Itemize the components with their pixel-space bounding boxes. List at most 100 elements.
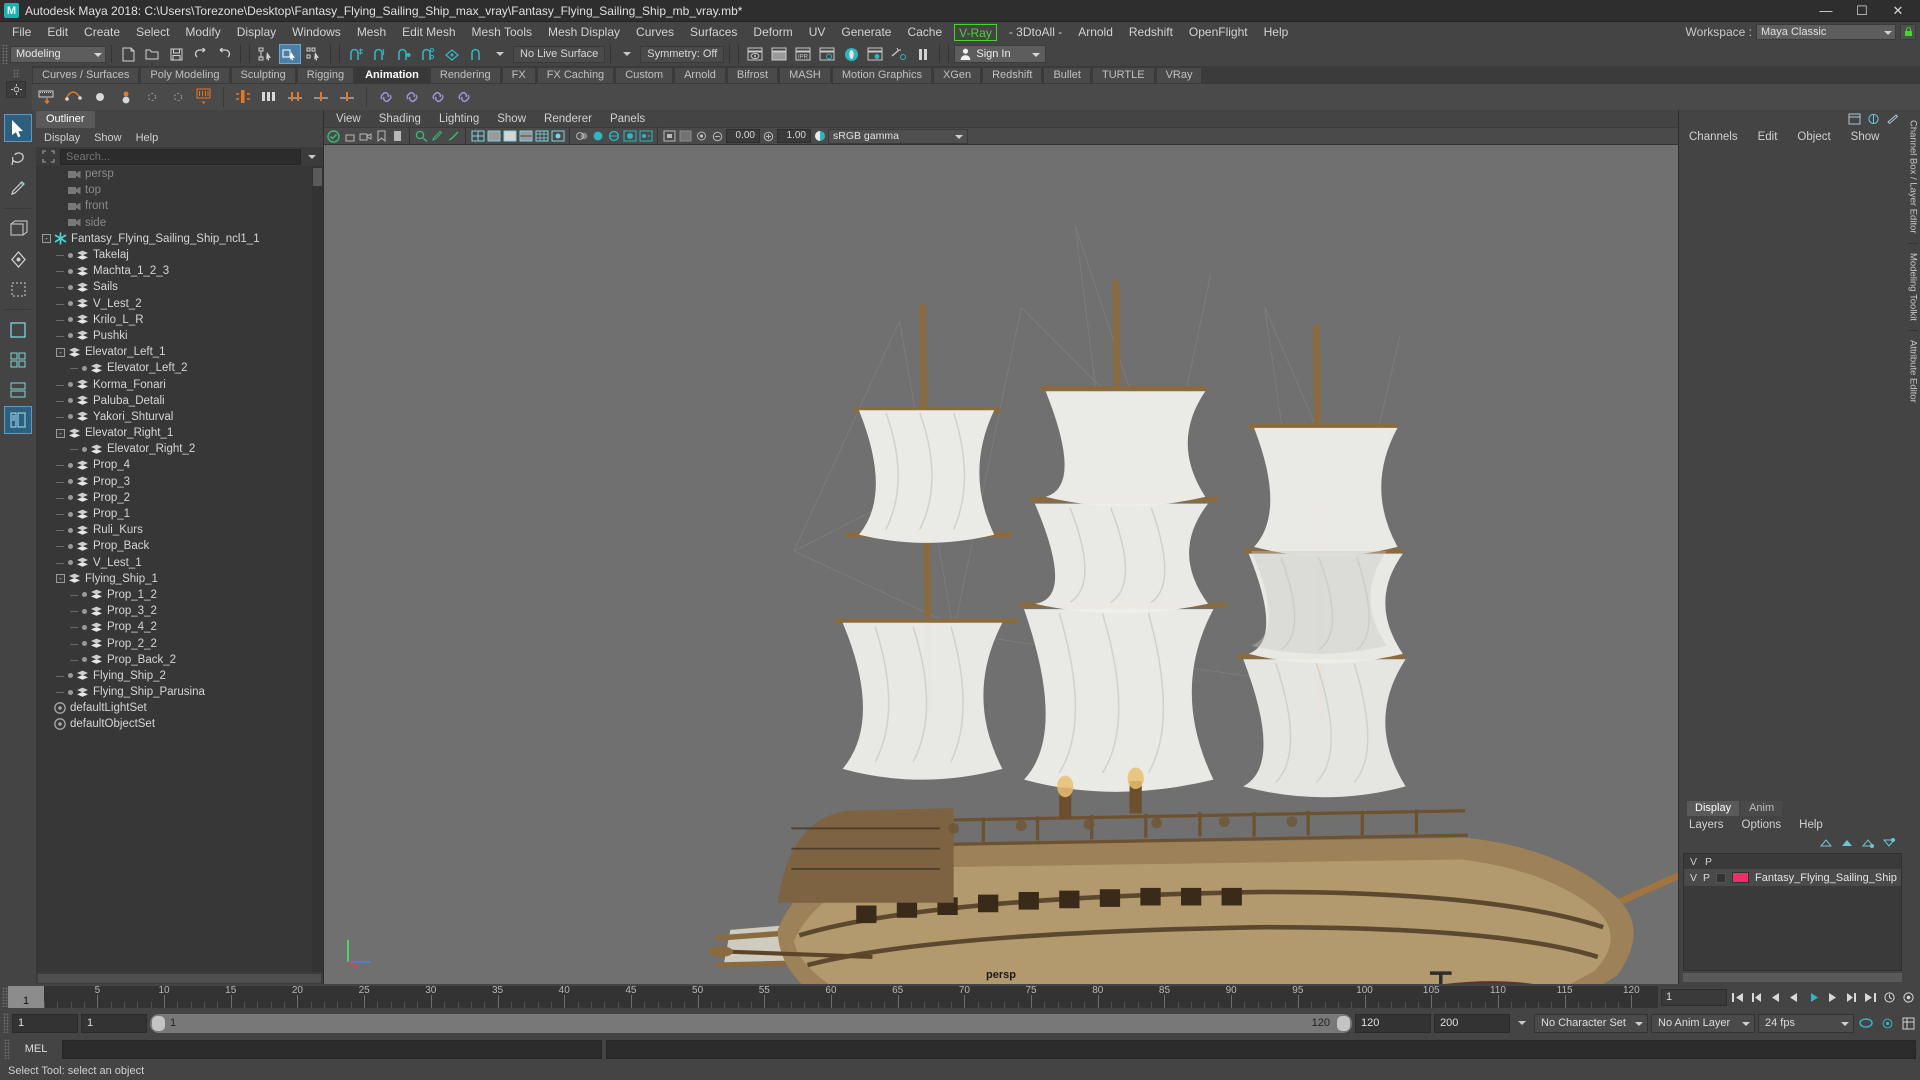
select-component-icon[interactable]: [303, 44, 325, 64]
menuset-select[interactable]: Modeling: [10, 45, 106, 63]
outliner-item[interactable]: Elevator_Right_2: [36, 441, 323, 457]
close-button[interactable]: ✕: [1880, 0, 1916, 22]
command-line-grip[interactable]: [4, 1039, 10, 1059]
shadows-icon[interactable]: [574, 128, 589, 144]
vtab-attribute-editor[interactable]: Attribute Editor: [1908, 334, 1919, 409]
viewport-menu-renderer[interactable]: Renderer: [544, 113, 592, 125]
layer-move-down-icon[interactable]: [1881, 835, 1896, 851]
range-slider-grip[interactable]: [3, 1013, 9, 1033]
dof-icon[interactable]: [638, 128, 653, 144]
outliner-hscroll-thumb[interactable]: [38, 973, 321, 983]
ao-icon[interactable]: [590, 128, 605, 144]
shelf-set-key-icon[interactable]: [36, 85, 60, 109]
time-slider-grip[interactable]: [2, 987, 8, 1007]
outliner-search-input[interactable]: [60, 148, 301, 165]
command-language-label[interactable]: MEL: [14, 1039, 58, 1059]
undo-icon[interactable]: [189, 44, 211, 64]
workspace-select[interactable]: Maya Classic: [1756, 24, 1896, 40]
motion-blur-icon[interactable]: [606, 128, 621, 144]
save-scene-icon[interactable]: [165, 44, 187, 64]
anim-layer-options-icon[interactable]: [1899, 1014, 1917, 1032]
range-start-handle[interactable]: [152, 1015, 165, 1031]
light-editor-icon[interactable]: [888, 44, 910, 64]
outliner-item[interactable]: Prop_Back: [36, 538, 323, 554]
selection-filter-icon[interactable]: [40, 149, 56, 164]
character-set-select[interactable]: No Character Set: [1534, 1013, 1648, 1033]
outliner-item[interactable]: defaultObjectSet: [36, 716, 323, 732]
time-slider-track[interactable]: 5 10 15 20 25 30 35 40 45 50 55 60 65 70 75 80 85 90 95 100…: [44, 986, 1658, 1008]
layer-menu-help[interactable]: Help: [1799, 819, 1823, 831]
tree-expander-icon[interactable]: -: [56, 347, 65, 357]
maximize-button[interactable]: ☐: [1844, 0, 1880, 22]
outliner-item[interactable]: top: [36, 182, 323, 198]
shelf-retime-icon[interactable]: [283, 85, 307, 109]
outliner-item[interactable]: Prop_1: [36, 506, 323, 522]
tree-expander-icon[interactable]: -: [42, 234, 51, 244]
shelf-tab-rendering[interactable]: Rendering: [429, 67, 501, 83]
shelf-ghosting-icon[interactable]: [257, 85, 281, 109]
channelbox-menu-show[interactable]: Show: [1851, 131, 1880, 143]
vtab-channel-box[interactable]: Channel Box / Layer Editor: [1908, 114, 1919, 240]
channelbox-icon[interactable]: [1847, 111, 1862, 127]
outliner-scroll-thumb[interactable]: [313, 168, 322, 186]
color-management-icon[interactable]: [812, 128, 827, 144]
render-settings-icon[interactable]: [816, 44, 838, 64]
menu-item-windows[interactable]: Windows: [284, 22, 349, 42]
outliner-menu-show[interactable]: Show: [94, 132, 122, 144]
outliner-item[interactable]: Ruli_Kurs: [36, 522, 323, 538]
layer-move-up-icon[interactable]: [1860, 835, 1875, 851]
wireframe-shading-icon[interactable]: [470, 128, 485, 144]
render-setup-icon[interactable]: [864, 44, 886, 64]
snap-dropdown-icon[interactable]: [489, 44, 511, 64]
grease-pencil-icon[interactable]: [430, 128, 445, 144]
menu-item-cache[interactable]: Cache: [899, 22, 950, 42]
outliner-horizontal-scrollbar[interactable]: [36, 972, 323, 984]
lock-camera-icon[interactable]: [342, 128, 357, 144]
shelf-playblast-icon[interactable]: [231, 85, 255, 109]
snap-grid-icon[interactable]: [345, 44, 367, 64]
symmetry-field[interactable]: Symmetry: Off: [640, 45, 725, 63]
image-plane-icon[interactable]: [390, 128, 405, 144]
shelf-tab-rigging[interactable]: Rigging: [296, 67, 355, 83]
select-camera-icon[interactable]: [326, 128, 341, 144]
menu-item-mesh-display[interactable]: Mesh Display: [540, 22, 628, 42]
menu-item-edit[interactable]: Edit: [39, 22, 76, 42]
layer-menu-layers[interactable]: Layers: [1689, 819, 1724, 831]
channelbox-empty-area[interactable]: [1679, 146, 1906, 800]
snap-curve-icon[interactable]: [369, 44, 391, 64]
menu-item-arnold[interactable]: Arnold: [1070, 22, 1121, 42]
outliner-item[interactable]: persp: [36, 166, 323, 182]
sign-in-button[interactable]: Sign In: [954, 45, 1047, 63]
shelf-options-button[interactable]: [6, 81, 26, 98]
outliner-item[interactable]: Prop_2: [36, 490, 323, 506]
open-scene-icon[interactable]: [141, 44, 163, 64]
menu-item-vray[interactable]: V-Ray: [954, 23, 997, 41]
menu-item-surfaces[interactable]: Surfaces: [682, 22, 745, 42]
shelf-tab-curves-surfaces[interactable]: Curves / Surfaces: [32, 67, 140, 83]
viewport-menu-lighting[interactable]: Lighting: [439, 113, 479, 125]
channelbox-menu-edit[interactable]: Edit: [1758, 131, 1778, 143]
shelf-tab-bifrost[interactable]: Bifrost: [726, 67, 779, 83]
play-forwards-icon[interactable]: [1804, 988, 1822, 1006]
go-to-end-icon[interactable]: [1861, 988, 1879, 1006]
smooth-shade-all-icon[interactable]: [502, 128, 517, 144]
anim-layer-select[interactable]: No Anim Layer: [1651, 1013, 1755, 1033]
scale-tool-button[interactable]: [4, 275, 32, 303]
command-output-field[interactable]: [606, 1039, 1916, 1059]
loop-playback-icon[interactable]: [1857, 1014, 1875, 1032]
layer-new-icon[interactable]: [1818, 835, 1833, 851]
exposure-value[interactable]: 0.00: [726, 129, 760, 143]
camera-attributes-icon[interactable]: [358, 128, 373, 144]
viewport-menu-view[interactable]: View: [336, 113, 361, 125]
playback-frame-field[interactable]: 1: [1661, 988, 1727, 1006]
step-back-key-icon[interactable]: [1747, 988, 1765, 1006]
rotate-tool-button[interactable]: [4, 245, 32, 273]
tree-expander-icon[interactable]: -: [56, 574, 65, 584]
menu-item-uv[interactable]: UV: [801, 22, 834, 42]
menu-item-redshift[interactable]: Redshift: [1121, 22, 1181, 42]
layer-playback-toggle[interactable]: P: [1703, 872, 1710, 884]
layer-new-selected-icon[interactable]: [1839, 835, 1854, 851]
shelf-constrain-icon[interactable]: [374, 85, 398, 109]
outliner-item[interactable]: defaultLightSet: [36, 700, 323, 716]
range-start-field[interactable]: 1: [81, 1013, 147, 1033]
